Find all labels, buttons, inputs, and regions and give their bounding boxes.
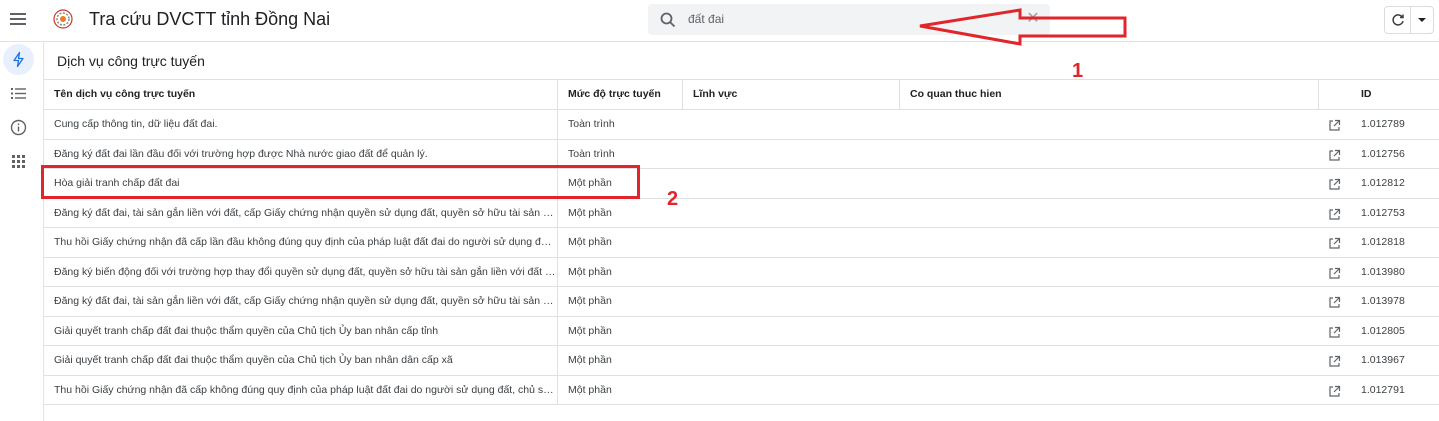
open-in-new-icon[interactable]	[1328, 326, 1341, 339]
open-in-new-icon[interactable]	[1328, 208, 1341, 221]
service-name-cell[interactable]: Cung cấp thông tin, dữ liệu đất đai.	[44, 110, 557, 139]
open-in-new-icon[interactable]	[1328, 119, 1341, 132]
agency-cell	[900, 169, 1318, 198]
service-name-cell[interactable]: Đăng ký biến động đối với trường hợp tha…	[44, 258, 557, 287]
level-cell: Một phần	[568, 354, 612, 366]
level-cell: Một phần	[568, 236, 612, 248]
field-cell	[683, 258, 899, 287]
table-header: Tên dịch vụ công trực tuyến Mức độ trực …	[44, 79, 1439, 110]
id-cell: 1.012753	[1361, 206, 1405, 219]
level-cell: Một phần	[568, 265, 612, 278]
field-cell	[683, 140, 899, 169]
top-app-bar: Tra cứu DVCTT tỉnh Đồng Nai ✕	[0, 0, 1439, 42]
service-name-cell[interactable]: Giải quyết tranh chấp đất đai thuộc thẩm…	[44, 317, 557, 346]
id-cell: 1.013978	[1361, 295, 1405, 307]
agency-cell	[900, 317, 1318, 346]
apps-grid-icon	[12, 155, 25, 168]
section-title: Dịch vụ công trực tuyến	[57, 53, 205, 69]
service-name-cell[interactable]: Đăng ký đất đai, tài sản gắn liền với đấ…	[44, 287, 557, 316]
refresh-dropdown-button[interactable]	[1411, 7, 1433, 33]
id-cell: 1.013980	[1361, 265, 1405, 278]
service-name-cell[interactable]: Thu hồi Giấy chứng nhận đã cấp không đún…	[44, 376, 557, 405]
agency-cell	[900, 287, 1318, 316]
app-title: Tra cứu DVCTT tỉnh Đồng Nai	[89, 9, 331, 29]
agency-cell	[900, 110, 1318, 139]
open-in-new-icon[interactable]	[1328, 237, 1341, 250]
table-row[interactable]: Giải quyết tranh chấp đất đai thuộc thẩm…	[44, 316, 1439, 346]
column-header-level[interactable]: Mức độ trực tuyến	[558, 80, 682, 109]
field-cell	[683, 317, 899, 346]
field-cell	[683, 228, 899, 257]
id-cell: 1.013967	[1361, 354, 1405, 366]
table-row[interactable]: Đăng ký biến động đối với trường hợp tha…	[44, 257, 1439, 287]
annotation-arrow	[919, 8, 1127, 46]
field-cell	[683, 376, 899, 405]
agency-cell	[900, 199, 1318, 228]
annotation-label-2: 2	[667, 188, 679, 210]
list-icon	[11, 88, 26, 99]
open-in-new-icon[interactable]	[1328, 355, 1341, 368]
refresh-icon	[1392, 14, 1404, 26]
service-name-cell[interactable]: Giải quyết tranh chấp đất đai thuộc thẩm…	[44, 346, 557, 375]
column-header-field[interactable]: Lĩnh vực	[683, 80, 899, 109]
id-cell: 1.012818	[1361, 236, 1405, 248]
column-header-id[interactable]: ID	[1351, 80, 1431, 109]
info-icon	[10, 119, 27, 136]
agency-cell	[900, 258, 1318, 287]
level-cell: Một phần	[568, 206, 612, 219]
level-cell: Toàn trình	[568, 118, 615, 130]
id-cell: 1.012812	[1361, 177, 1405, 189]
sidebar-item-services[interactable]	[3, 44, 34, 75]
annotation-label-1: 1	[1072, 60, 1084, 82]
sidebar-item-info[interactable]	[3, 112, 34, 143]
sidebar-item-apps[interactable]	[3, 146, 34, 177]
field-cell	[683, 110, 899, 139]
agency-cell	[900, 140, 1318, 169]
field-cell	[683, 169, 899, 198]
table-row[interactable]: Thu hồi Giấy chứng nhận đã cấp không đún…	[44, 375, 1439, 405]
refresh-button-group	[1384, 6, 1434, 34]
id-cell: 1.012805	[1361, 324, 1405, 337]
table-row[interactable]: Đăng ký đất đai, tài sản gắn liền với đấ…	[44, 287, 1439, 317]
open-in-new-icon[interactable]	[1328, 149, 1341, 162]
sidebar-item-list[interactable]	[3, 78, 34, 109]
column-divider	[1318, 80, 1319, 109]
table-row[interactable]: Thu hồi Giấy chứng nhận đã cấp lần đầu k…	[44, 228, 1439, 258]
id-cell: 1.012756	[1361, 147, 1405, 160]
annotation-highlight-box	[41, 165, 640, 199]
open-in-new-icon[interactable]	[1328, 178, 1341, 191]
table-row[interactable]: Cung cấp thông tin, dữ liệu đất đai. Toàn…	[44, 110, 1439, 140]
level-cell: Một phần	[568, 324, 612, 337]
column-header-service-name[interactable]: Tên dịch vụ công trực tuyến	[44, 80, 557, 109]
service-name-cell[interactable]: Đăng ký đất đai, tài sản gắn liền với đấ…	[44, 199, 557, 228]
service-name-cell[interactable]: Thu hồi Giấy chứng nhận đã cấp lần đầu k…	[44, 228, 557, 257]
open-in-new-icon[interactable]	[1328, 296, 1341, 309]
level-cell: Một phần	[568, 383, 612, 396]
chevron-down-icon	[1418, 18, 1426, 22]
field-cell	[683, 199, 899, 228]
level-cell: Một phần	[568, 295, 612, 307]
main-content: Dịch vụ công trực tuyến Tên dịch vụ công…	[43, 42, 1439, 421]
refresh-button[interactable]	[1385, 7, 1411, 33]
open-in-new-icon[interactable]	[1328, 385, 1341, 398]
table-row[interactable]: Giải quyết tranh chấp đất đai thuộc thẩm…	[44, 346, 1439, 376]
agency-cell	[900, 228, 1318, 257]
table-row[interactable]: Đăng ký đất đai, tài sản gắn liền với đấ…	[44, 198, 1439, 228]
search-icon	[659, 11, 677, 29]
id-cell: 1.012789	[1361, 118, 1405, 130]
column-header-agency[interactable]: Co quan thuc hien	[900, 80, 1318, 109]
id-cell: 1.012791	[1361, 383, 1405, 396]
field-cell	[683, 287, 899, 316]
agency-cell	[900, 376, 1318, 405]
agency-cell	[900, 346, 1318, 375]
app-logo	[52, 8, 74, 30]
menu-icon[interactable]	[8, 8, 30, 30]
field-cell	[683, 346, 899, 375]
sidebar	[0, 42, 37, 421]
open-in-new-icon[interactable]	[1328, 267, 1341, 280]
bolt-icon	[13, 51, 24, 68]
